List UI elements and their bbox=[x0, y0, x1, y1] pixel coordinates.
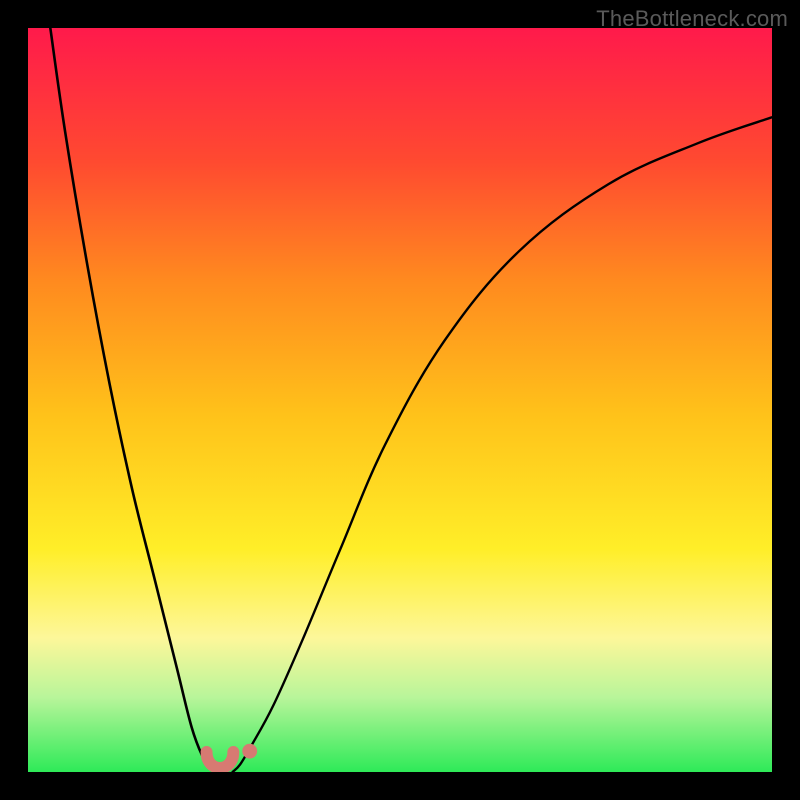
chart-frame: TheBottleneck.com bbox=[0, 0, 800, 800]
watermark-text: TheBottleneck.com bbox=[596, 6, 788, 32]
marker-dot bbox=[242, 744, 257, 759]
curve-left-arm bbox=[50, 28, 217, 772]
curves-layer bbox=[28, 28, 772, 772]
plot-area bbox=[28, 28, 772, 772]
curve-right-arm bbox=[233, 117, 772, 772]
marker-u-shape bbox=[207, 752, 234, 768]
